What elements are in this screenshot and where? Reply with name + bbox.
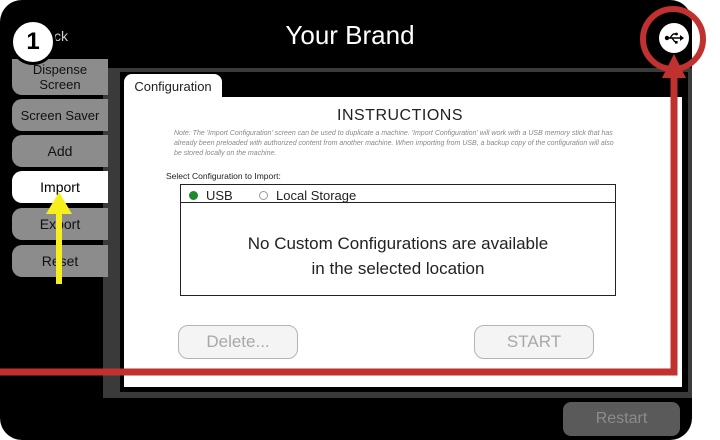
sidebar-item-screen-saver[interactable]: Screen Saver: [12, 99, 108, 131]
usb-button[interactable]: [659, 23, 689, 53]
sidebar-item-dispense-screen[interactable]: Dispense Screen: [12, 59, 108, 95]
sidebar-item-label: Dispense Screen: [32, 62, 88, 92]
back-button-label[interactable]: ck: [54, 28, 68, 44]
sidebar-item-label: Add: [47, 142, 73, 159]
usb-icon: [664, 32, 684, 44]
sidebar-item-add[interactable]: Add: [12, 135, 108, 167]
empty-message-line-2: in the selected location: [311, 259, 485, 278]
sidebar-item-label: Export: [39, 215, 81, 232]
empty-message-line-1: No Custom Configurations are available: [247, 234, 549, 253]
select-configuration-label: Select Configuration to Import:: [166, 171, 281, 181]
radio-usb[interactable]: USB: [189, 188, 233, 203]
start-button[interactable]: START: [474, 325, 594, 359]
delete-button[interactable]: Delete...: [178, 325, 298, 359]
app-title: Your Brand: [285, 20, 415, 50]
sidebar-item-label: Reset: [41, 252, 79, 269]
empty-state-message: No Custom Configurations are available i…: [181, 231, 615, 281]
sidebar-item-label: Import: [40, 178, 80, 195]
radio-local-storage[interactable]: Local Storage: [259, 188, 356, 203]
radio-usb-label: USB: [206, 188, 233, 203]
device-frame: Your Brand ck Dispense Screen Screen Sav…: [0, 0, 692, 440]
configuration-list: USB Local Storage No Custom Configuratio…: [180, 184, 616, 296]
restart-button[interactable]: Restart: [563, 402, 680, 436]
instructions-note: Note: The 'Import Configuration' screen …: [174, 130, 614, 157]
sidebar-item-label: Screen Saver: [20, 107, 100, 123]
instructions-heading: INSTRUCTIONS: [337, 107, 463, 124]
sidebar-item-import[interactable]: Import: [12, 171, 108, 203]
radio-selected-icon: [189, 191, 198, 200]
step-number-badge: 1: [10, 19, 56, 65]
sidebar-item-export[interactable]: Export: [12, 208, 108, 240]
radio-unselected-icon: [259, 191, 268, 200]
source-selector: USB Local Storage: [181, 185, 615, 203]
radio-local-storage-label: Local Storage: [276, 188, 357, 203]
sidebar-item-reset[interactable]: Reset: [12, 245, 108, 277]
tab-configuration[interactable]: Configuration: [124, 74, 222, 98]
